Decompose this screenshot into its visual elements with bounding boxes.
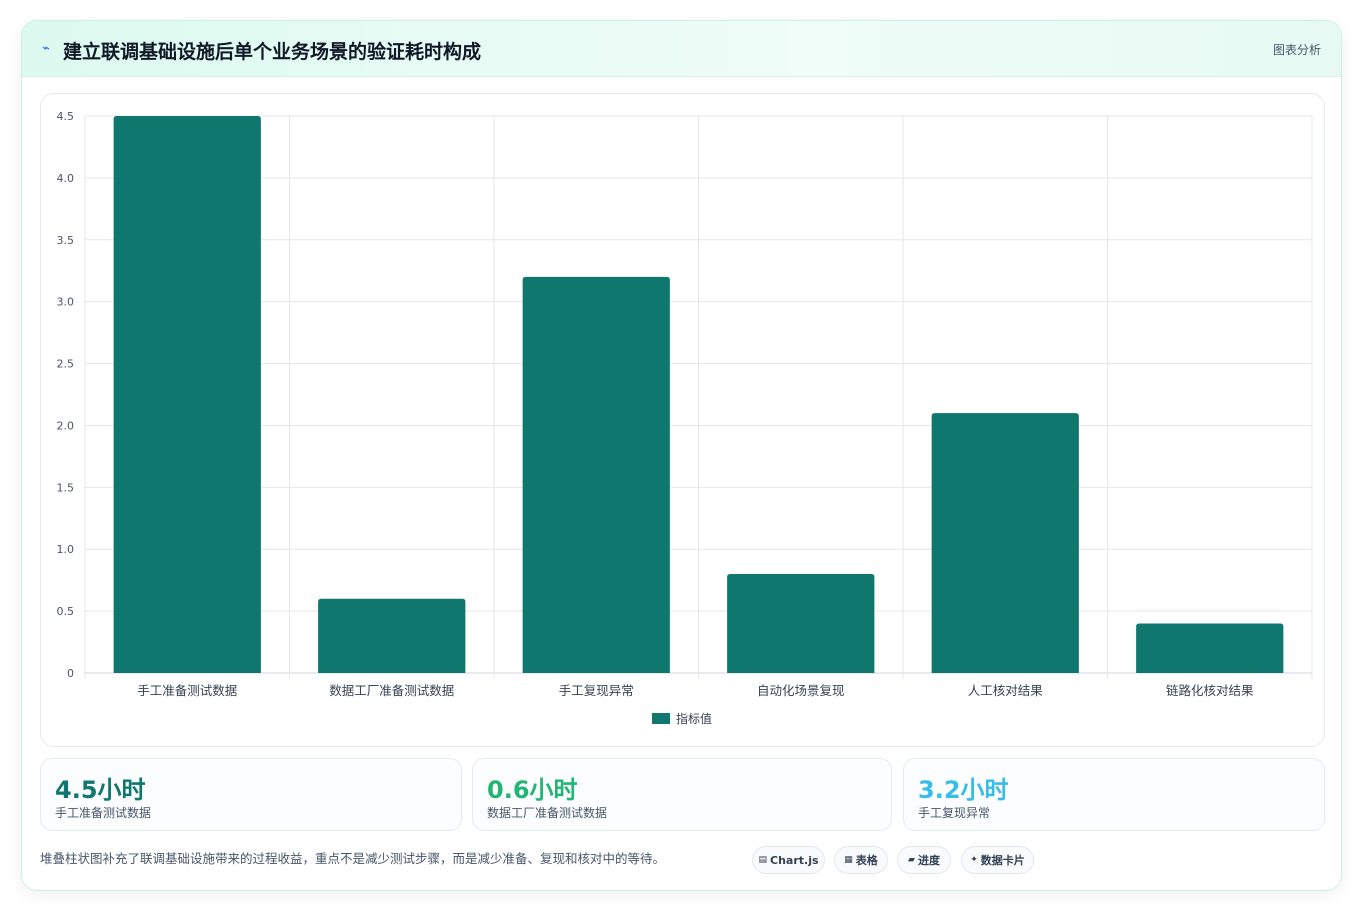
pill-progress[interactable]: ▰ 进度 (897, 846, 951, 874)
bar (1136, 623, 1284, 673)
stat-label: 手工准备测试数据 (55, 806, 152, 820)
x-tick-label: 数据工厂准备测试数据 (329, 683, 454, 698)
stat-card-2: 0.6小时 数据工厂准备测试数据 (472, 758, 892, 831)
stat-value: 0.6小时 (487, 776, 578, 804)
sparkle-icon: ✦ (970, 855, 978, 865)
bar-chart: 0 0.5 1.0 1.5 2.0 2.5 3.0 3.5 4.0 4.5 手工准备测试数据 数据工厂… (57, 110, 1313, 726)
bar (318, 598, 466, 673)
bar (931, 413, 1079, 673)
y-tick-label: 4.5 (57, 110, 75, 123)
x-tick-label: 链路化核对结果 (1166, 683, 1254, 698)
y-tick-label: 0.5 (57, 605, 75, 618)
page-title: 建立联调基础设施后单个业务场景的验证耗时构成 (63, 41, 482, 63)
y-tick-label: 0 (67, 667, 74, 680)
pill-label: 表格 (855, 854, 878, 867)
y-tick-label: 1.5 (57, 481, 75, 494)
pill-label: Chart.js (770, 853, 819, 867)
pill-chartjs[interactable]: ▤ Chart.js (752, 846, 825, 874)
bar (113, 116, 261, 673)
y-tick-label: 4.0 (57, 172, 75, 185)
stat-label: 数据工厂准备测试数据 (487, 806, 608, 820)
stat-card-3: 3.2小时 手工复现异常 (903, 758, 1325, 831)
chart-analysis-tag[interactable]: 图表分析 (1273, 41, 1321, 58)
legend-swatch (652, 713, 670, 724)
pill-table[interactable]: ▦ 表格 (834, 846, 888, 874)
y-tick-label: 3.0 (57, 296, 75, 309)
chart-icon: ▤ (758, 855, 767, 865)
chart-container: 0 0.5 1.0 1.5 2.0 2.5 3.0 3.5 4.0 4.5 手工准备测试数据 数据工厂… (40, 93, 1325, 747)
card-header: ⌁ 建立联调基础设施后单个业务场景的验证耗时构成 图表分析 (22, 21, 1341, 77)
y-tick-label: 2.0 (57, 419, 75, 432)
pill-label: 进度 (917, 854, 940, 867)
table-icon: ▦ (844, 855, 853, 865)
legend-label: 指标值 (676, 711, 712, 726)
stat-label: 手工复现异常 (918, 806, 991, 820)
y-tick-label: 2.5 (57, 358, 75, 371)
x-tick-label: 人工核对结果 (968, 683, 1044, 698)
x-tick-label: 手工准备测试数据 (137, 683, 237, 698)
stat-card-1: 4.5小时 手工准备测试数据 (40, 758, 462, 831)
y-tick-label: 1.0 (57, 543, 75, 556)
pill-data-card[interactable]: ✦ 数据卡片 (961, 846, 1034, 874)
bar (727, 573, 875, 673)
chart-note: 堆叠柱状图补充了联调基础设施带来的过程收益，重点不是减少测试步骤，而是减少准备、… (40, 851, 666, 866)
stat-value: 3.2小时 (918, 776, 1009, 804)
x-tick-label: 自动化场景复现 (757, 683, 845, 698)
lightning-icon: ⌁ (42, 41, 50, 56)
stat-value: 4.5小时 (55, 776, 146, 804)
chart-card: ⌁ 建立联调基础设施后单个业务场景的验证耗时构成 图表分析 0 0.5 1.0 1.5… (21, 20, 1342, 891)
y-tick-label: 3.5 (57, 234, 75, 247)
pill-label: 数据卡片 (980, 854, 1025, 867)
x-tick-label: 手工复现异常 (559, 683, 634, 698)
bar (522, 276, 670, 673)
progress-icon: ▰ (908, 855, 915, 865)
